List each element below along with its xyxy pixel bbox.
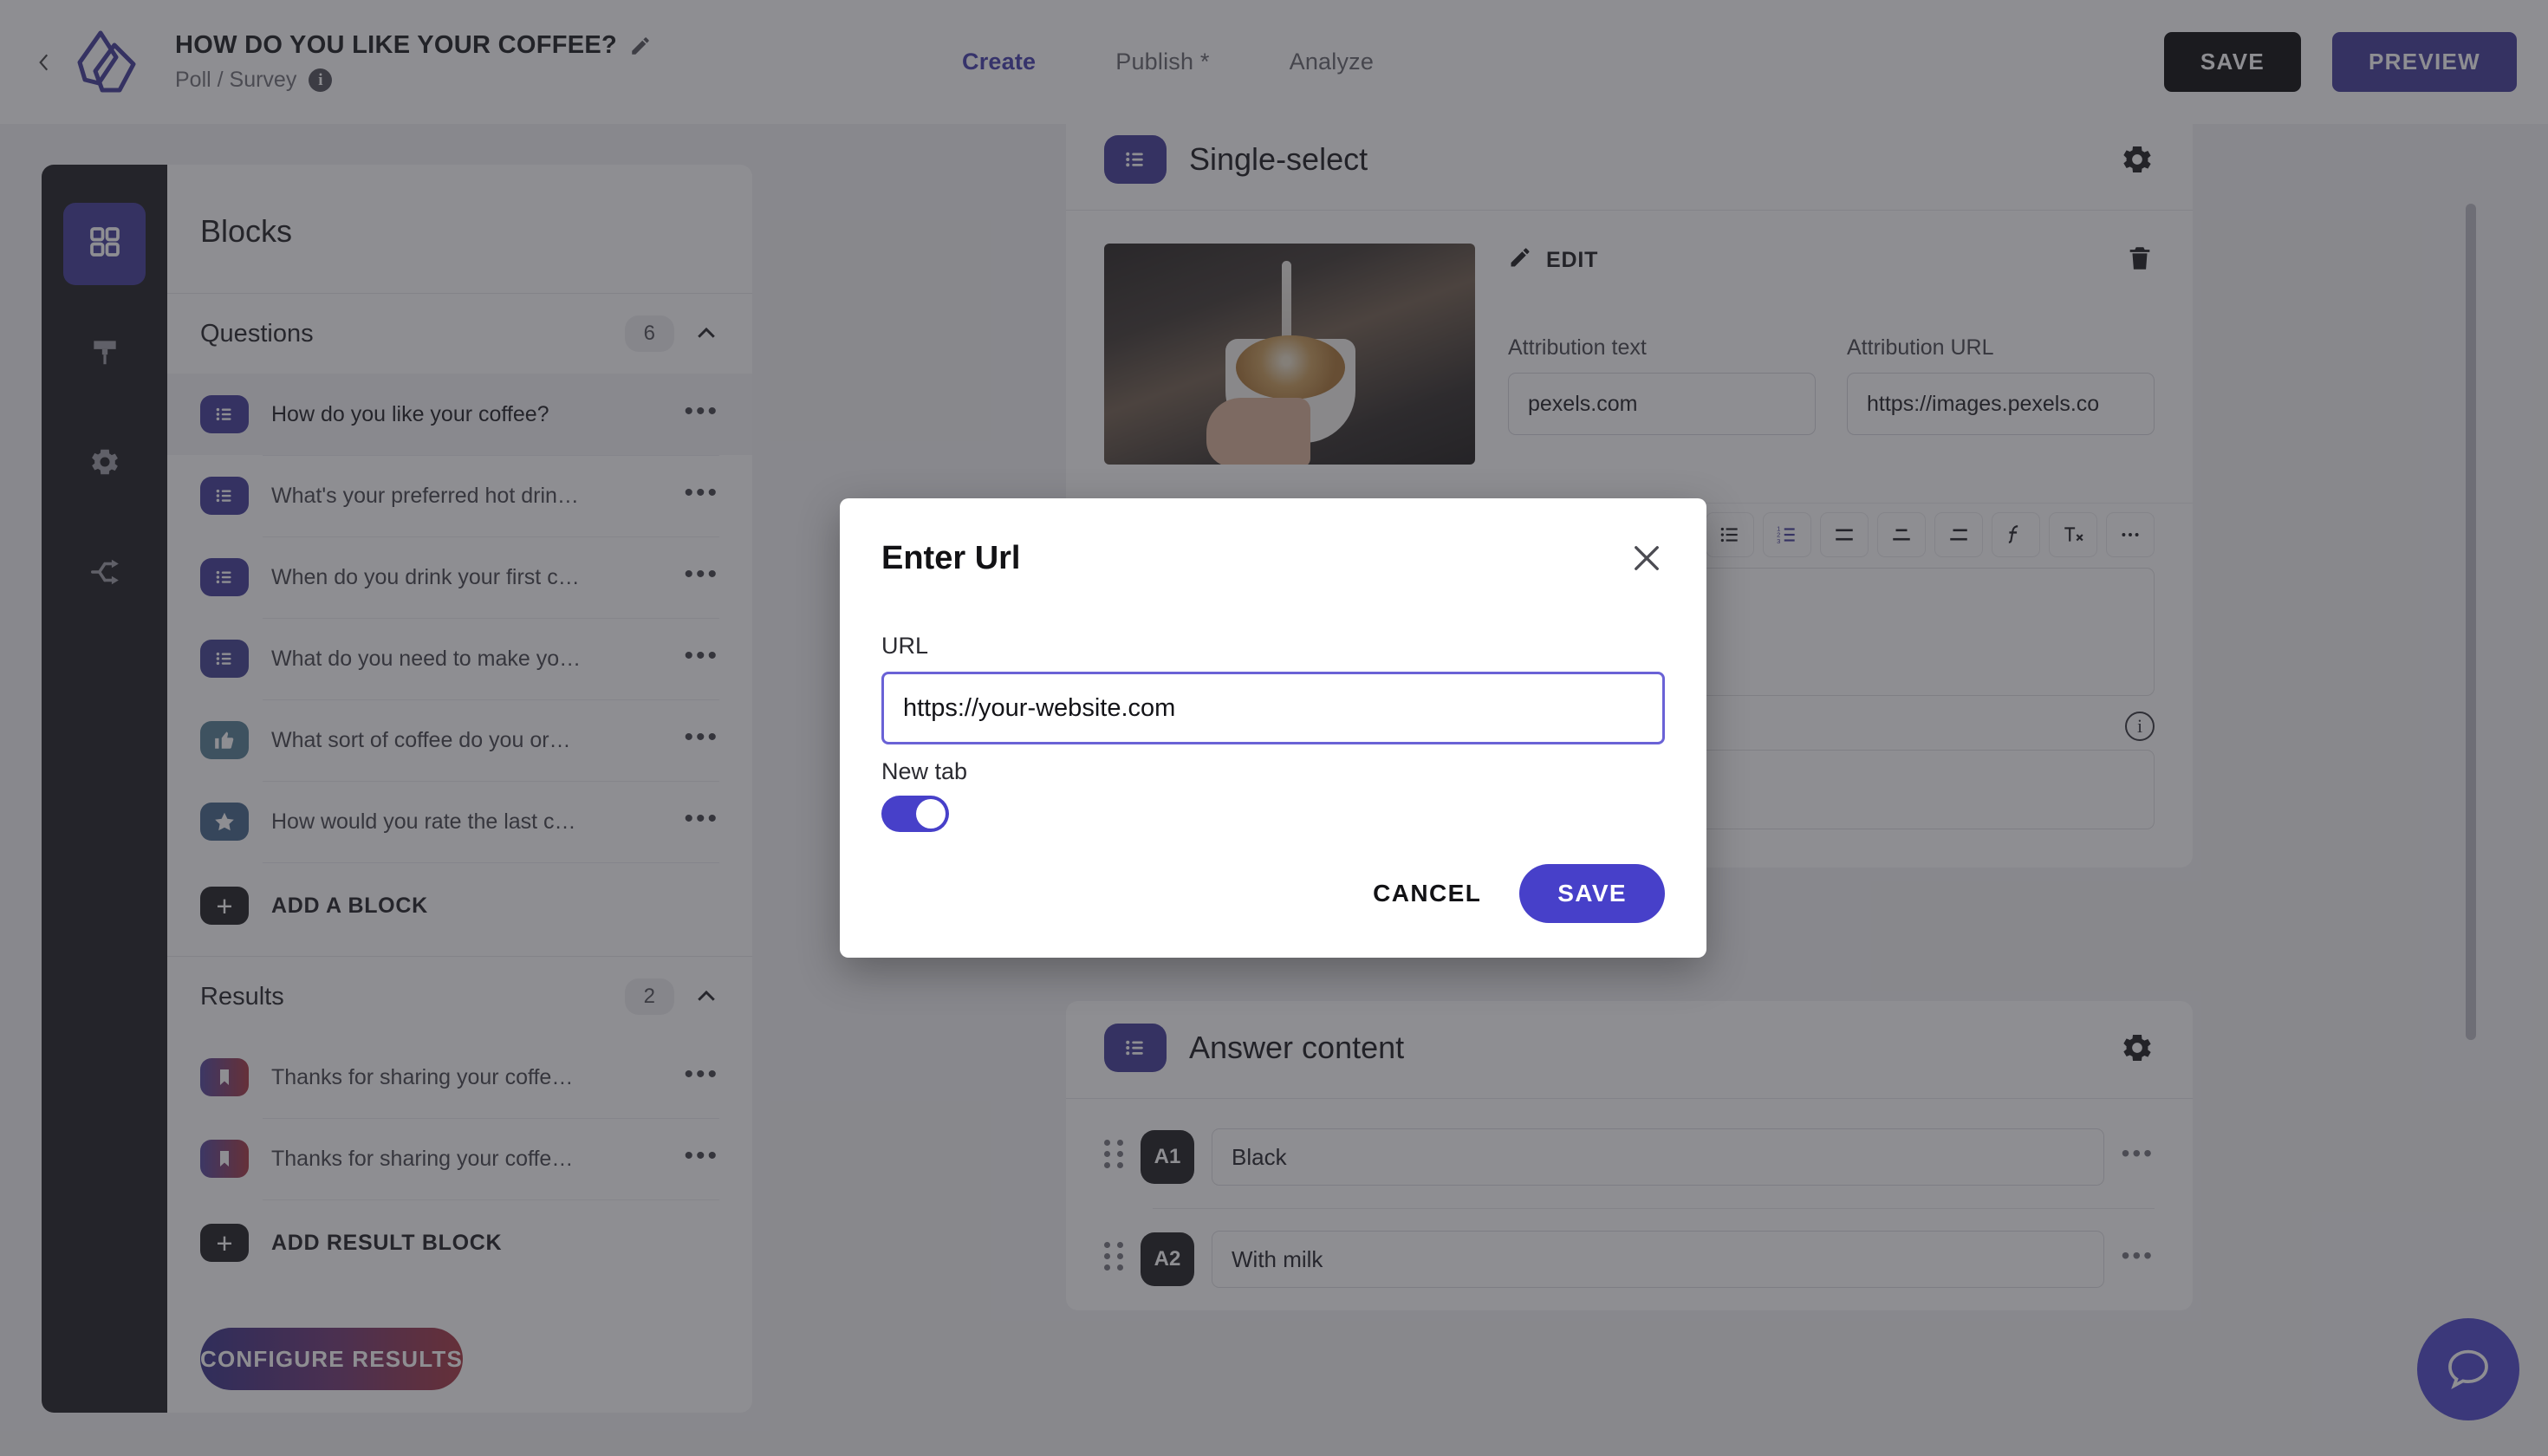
- toggle-knob: [916, 799, 946, 829]
- dialog-title: Enter Url: [881, 540, 1021, 576]
- app-root: HOW DO YOU LIKE YOUR COFFEE? Poll / Surv…: [0, 0, 2548, 1456]
- dialog-save-button[interactable]: SAVE: [1519, 864, 1665, 923]
- new-tab-toggle[interactable]: [881, 796, 949, 832]
- new-tab-label: New tab: [881, 758, 968, 784]
- dialog-actions: CANCEL SAVE: [881, 864, 1665, 923]
- close-icon[interactable]: [1628, 540, 1665, 576]
- dialog-header: Enter Url: [881, 540, 1665, 577]
- cancel-button[interactable]: CANCEL: [1364, 869, 1490, 918]
- enter-url-dialog: Enter Url URL New tab CANCEL SAVE: [840, 498, 1706, 958]
- url-input[interactable]: [881, 672, 1665, 744]
- url-field-label: URL: [881, 633, 929, 659]
